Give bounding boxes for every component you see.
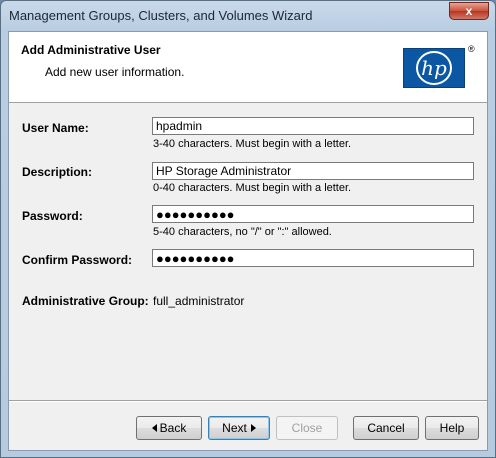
arrow-left-icon [151, 424, 157, 432]
cancel-button[interactable]: Cancel [353, 416, 419, 440]
page-title: Add Administrative User [21, 43, 161, 57]
close-button-label: Close [291, 421, 323, 435]
password-label: Password: [22, 209, 83, 223]
next-button-label: Next [222, 421, 247, 435]
description-input[interactable]: HP Storage Administrator [152, 162, 474, 180]
cancel-button-label: Cancel [367, 421, 405, 435]
admin-group-label: Administrative Group: [22, 294, 149, 308]
hp-logo-icon: hp [403, 48, 465, 88]
help-button-label: Help [439, 421, 465, 435]
footer-divider [9, 400, 487, 402]
back-button[interactable]: Back [136, 416, 202, 440]
title-bar[interactable]: Management Groups, Clusters, and Volumes… [1, 1, 495, 31]
wizard-window: Management Groups, Clusters, and Volumes… [0, 0, 496, 458]
username-hint: 3-40 characters. Must begin with a lette… [153, 138, 352, 150]
help-button[interactable]: Help [425, 416, 479, 440]
wizard-body: Add Administrative User Add new user inf… [8, 31, 488, 451]
password-input[interactable]: ●●●●●●●●●● [152, 205, 474, 223]
confirm-password-label: Confirm Password: [22, 253, 133, 267]
close-button[interactable]: Close [276, 416, 338, 440]
description-hint: 0-40 characters. Must begin with a lette… [153, 182, 352, 194]
svg-text:hp: hp [421, 56, 447, 80]
window-close-button[interactable]: x [449, 2, 489, 20]
next-button[interactable]: Next [208, 416, 270, 440]
password-hint: 5-40 characters, no "/" or ":" allowed. [153, 226, 332, 238]
page-subtitle: Add new user information. [45, 65, 185, 79]
wizard-header: Add Administrative User Add new user inf… [9, 32, 487, 103]
confirm-password-input[interactable]: ●●●●●●●●●● [152, 249, 474, 267]
back-button-label: Back [159, 421, 187, 435]
arrow-right-icon [250, 424, 256, 432]
description-label: Description: [22, 165, 93, 179]
username-input[interactable]: hpadmin [152, 117, 474, 135]
registered-mark-icon: ® [468, 44, 475, 54]
close-icon: x [465, 4, 473, 18]
window-title: Management Groups, Clusters, and Volumes… [9, 8, 313, 23]
admin-group-value: full_administrator [153, 294, 245, 308]
username-label: User Name: [22, 121, 89, 135]
